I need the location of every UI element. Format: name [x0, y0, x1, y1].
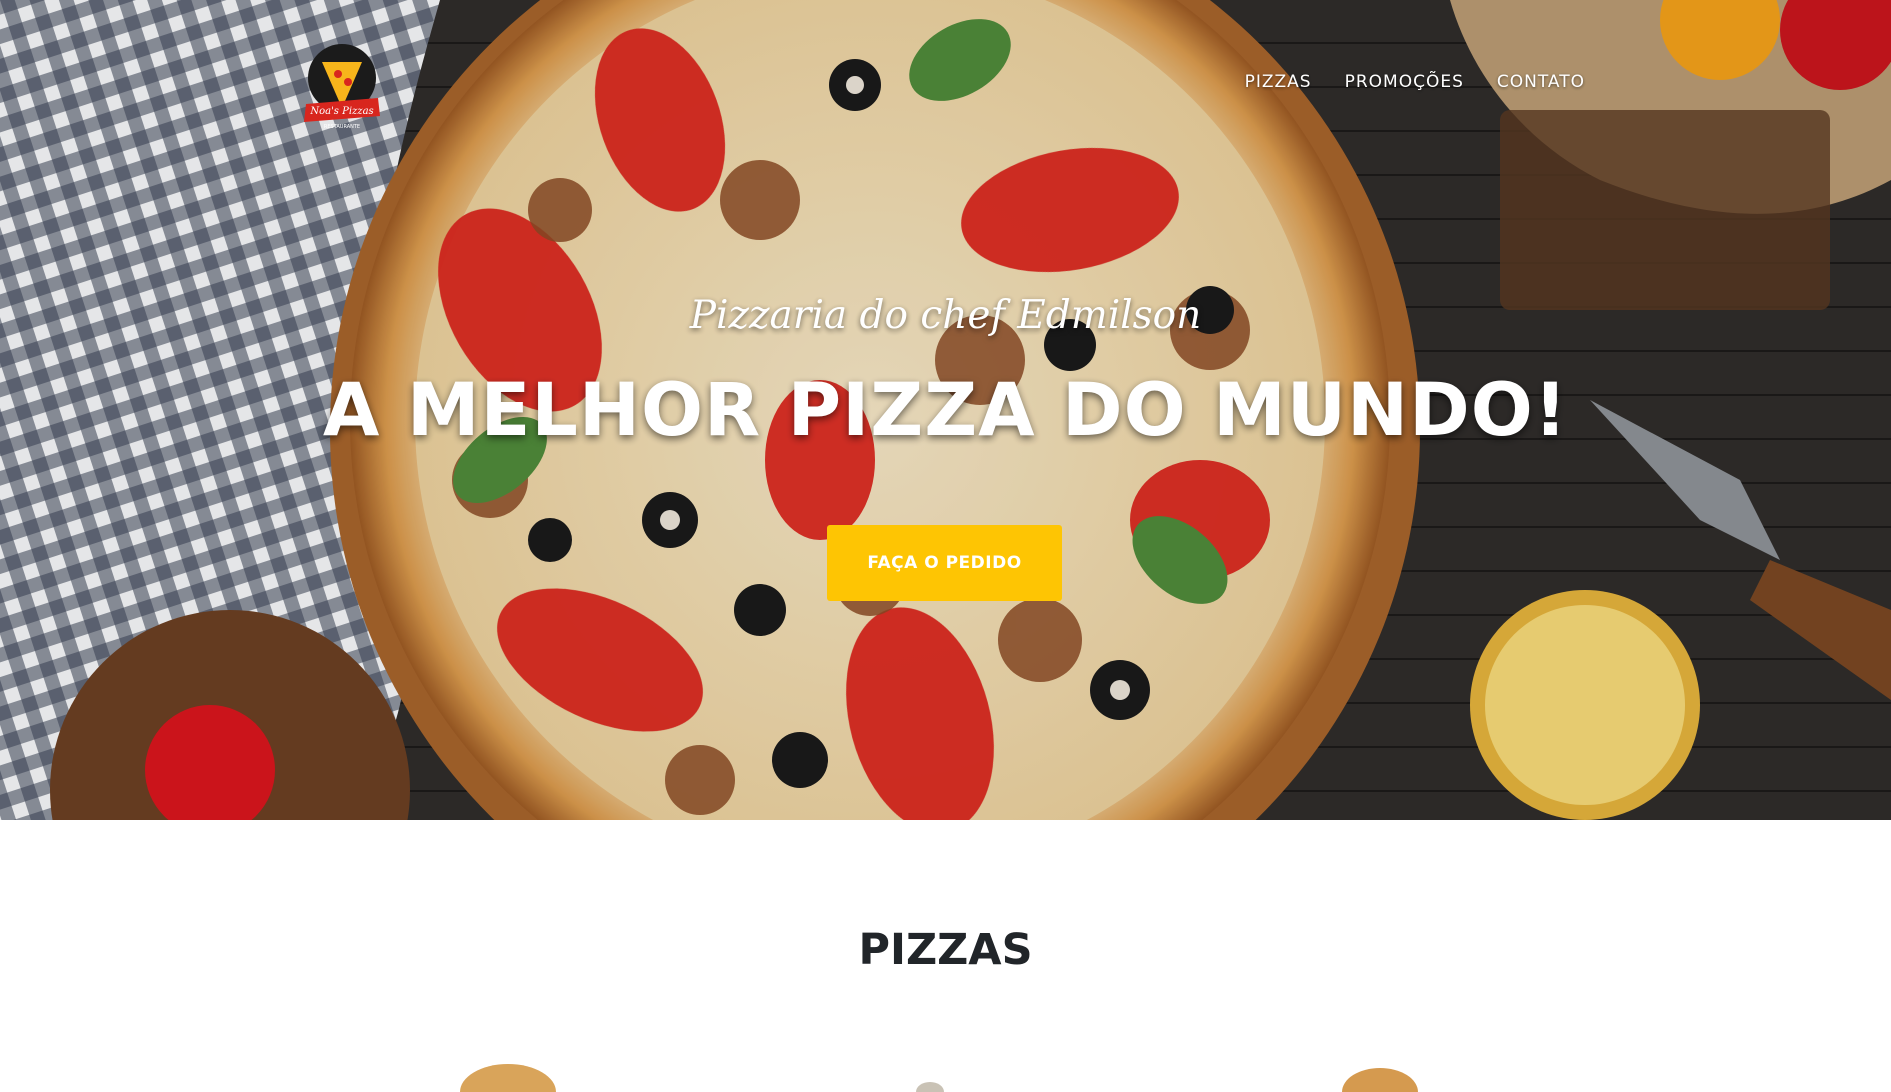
- main-nav: PIZZAS PROMOÇÕES CONTATO: [1245, 72, 1585, 92]
- pizza-logo-icon: Noa's Pizzas RESTAURANTE: [304, 44, 380, 130]
- pizza-card-image-3: [1342, 1068, 1418, 1092]
- nav-link-contato[interactable]: CONTATO: [1497, 72, 1585, 92]
- pizza-card-image-1: [460, 1064, 556, 1092]
- order-button[interactable]: FAÇA O PEDIDO: [827, 525, 1062, 601]
- hero-subtitle: Pizzaria do chef Edmilson: [689, 293, 1202, 338]
- brand-logo[interactable]: Noa's Pizzas RESTAURANTE: [300, 40, 384, 132]
- logo-text: Noa's Pizzas: [309, 106, 373, 117]
- pizzas-section-title: PIZZAS: [858, 925, 1033, 975]
- nav-link-promocoes[interactable]: PROMOÇÕES: [1345, 72, 1464, 92]
- logo-subtext: RESTAURANTE: [324, 124, 360, 130]
- nav-link-pizzas[interactable]: PIZZAS: [1245, 72, 1312, 92]
- hero-section: Noa's Pizzas RESTAURANTE PIZZAS PROMOÇÕE…: [0, 0, 1891, 820]
- pizza-card-image-2: [916, 1082, 944, 1092]
- hero-headline: A MELHOR PIZZA DO MUNDO!: [322, 368, 1569, 453]
